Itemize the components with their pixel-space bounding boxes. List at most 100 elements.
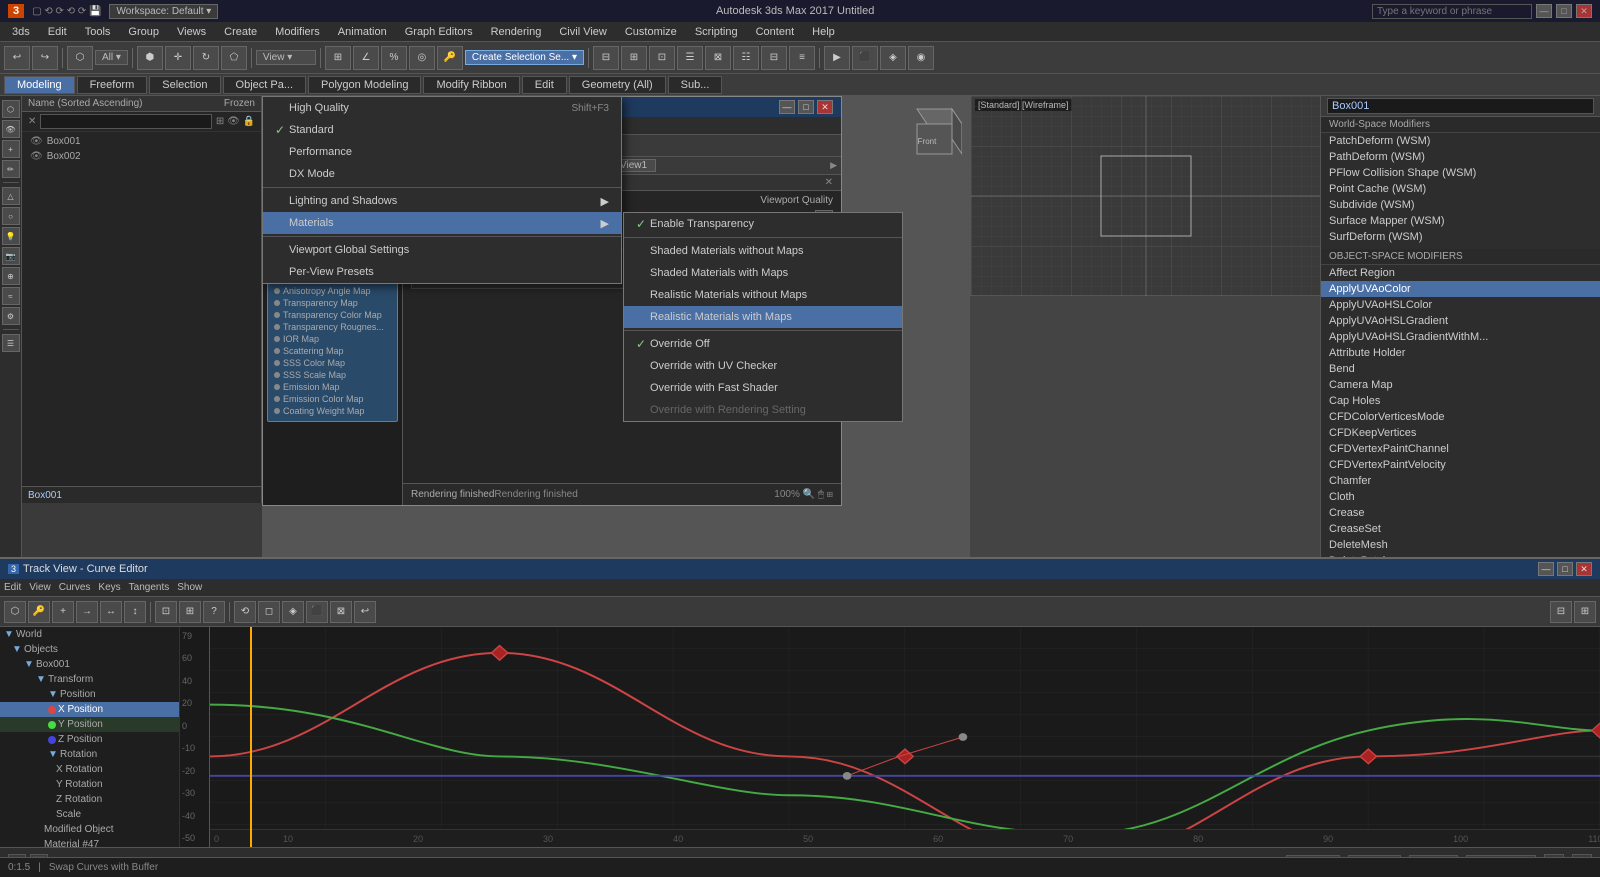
tree-scale[interactable]: Scale [0, 807, 179, 822]
rp-chamfer[interactable]: Chamfer [1321, 473, 1600, 489]
lt-layer[interactable]: ☰ [2, 334, 20, 352]
menu-graph-editors[interactable]: Graph Editors [397, 24, 481, 40]
rp-surface-mapper-wsm[interactable]: Surface Mapper (WSM) [1321, 213, 1600, 229]
rp-affect-region[interactable]: Affect Region [1321, 265, 1600, 281]
rp-pathdeform-wsm[interactable]: PathDeform (WSM) [1321, 149, 1600, 165]
tab-object-pa[interactable]: Object Pa... [223, 76, 306, 94]
slot-sss-scale[interactable]: SSS Scale Map [272, 369, 393, 381]
slate-min[interactable]: — [779, 100, 795, 114]
tree-objects[interactable]: ▼ Objects [0, 642, 179, 657]
rp-applyuv-aohslcolor[interactable]: ApplyUVAoHSLColor [1321, 297, 1600, 313]
sub-enable-transparency[interactable]: ✓ Enable Transparency [624, 213, 902, 235]
tv-tb-15[interactable]: ↩ [354, 601, 376, 623]
scene-item-box001[interactable]: 👁 Box001 [22, 134, 261, 149]
tab-geometry[interactable]: Geometry (All) [569, 76, 666, 94]
menu-lighting[interactable]: ✓ Lighting and Shadows ▶ [263, 190, 621, 212]
lt-shapes[interactable]: ○ [2, 207, 20, 225]
rp-crease-set[interactable]: CreaseSet [1321, 521, 1600, 537]
tree-world[interactable]: ▼ World [0, 627, 179, 642]
tv-menu-keys[interactable]: Keys [98, 582, 120, 593]
select-all-btn[interactable]: All ▾ [95, 50, 128, 65]
sub-shaded-maps[interactable]: ✓ Shaded Materials with Maps [624, 262, 902, 284]
tv-tb-6[interactable]: ↕ [124, 601, 146, 623]
tb-vp-1[interactable]: ⊟ [593, 46, 619, 70]
map-close-icon[interactable]: ✕ [825, 177, 833, 188]
tv-tb-10[interactable]: ⟲ [234, 601, 256, 623]
rp-delete-mesh[interactable]: DeleteMesh [1321, 537, 1600, 553]
rp-bend[interactable]: Bend [1321, 361, 1600, 377]
tree-y-position[interactable]: Y Position [0, 717, 179, 732]
tb-vp-4[interactable]: ☰ [677, 46, 703, 70]
tv-tb-end-2[interactable]: ⊞ [1574, 601, 1596, 623]
lt-spacewarp[interactable]: ≈ [2, 287, 20, 305]
sub-override-uv[interactable]: ✓ Override with UV Checker [624, 355, 902, 377]
tb-render[interactable]: ▶ [824, 46, 850, 70]
view-cube[interactable]: Front [902, 104, 962, 167]
tv-tb-end-1[interactable]: ⊟ [1550, 601, 1572, 623]
menu-edit[interactable]: Edit [40, 24, 75, 40]
tb-redo[interactable]: ↪ [32, 46, 58, 70]
tb-select-obj[interactable]: ⬢ [137, 46, 163, 70]
sub-realistic-no-maps[interactable]: ✓ Realistic Materials without Maps [624, 284, 902, 306]
tree-y-rotation[interactable]: Y Rotation [0, 777, 179, 792]
sub-shaded-no-maps[interactable]: ✓ Shaded Materials without Maps [624, 240, 902, 262]
rp-attribute-holder[interactable]: Attribute Holder [1321, 345, 1600, 361]
tb-vp-6[interactable]: ☷ [733, 46, 759, 70]
slot-ior[interactable]: IOR Map [272, 333, 393, 345]
tree-material47[interactable]: Material #47 [0, 837, 179, 847]
tb-snap[interactable]: ⊞ [325, 46, 351, 70]
slot-transparency-rough[interactable]: Transparency Rougnes... [272, 321, 393, 333]
rp-cfd-keep[interactable]: CFDKeepVertices [1321, 425, 1600, 441]
tb-select[interactable]: ⬡ [67, 46, 93, 70]
tb-vp-3[interactable]: ⊡ [649, 46, 675, 70]
slot-scattering[interactable]: Scattering Map [272, 345, 393, 357]
tab-sub[interactable]: Sub... [668, 76, 723, 94]
menu-scripting[interactable]: Scripting [687, 24, 746, 40]
tb-vp-8[interactable]: ≡ [789, 46, 815, 70]
menu-modifiers[interactable]: Modifiers [267, 24, 328, 40]
tb-move[interactable]: ✛ [165, 46, 191, 70]
menu-viewport-global[interactable]: ✓ Viewport Global Settings [263, 239, 621, 261]
rp-subdivide-wsm[interactable]: Subdivide (WSM) [1321, 197, 1600, 213]
tab-selection[interactable]: Selection [149, 76, 220, 94]
rp-cfd-paint-velocity[interactable]: CFDVertexPaintVelocity [1321, 457, 1600, 473]
menu-standard[interactable]: ✓ Standard [263, 119, 621, 141]
tb-vp-2[interactable]: ⊞ [621, 46, 647, 70]
tab-edit[interactable]: Edit [522, 76, 567, 94]
sub-realistic-maps[interactable]: ✓ Realistic Materials with Maps [624, 306, 902, 328]
tree-transform[interactable]: ▼ Transform [0, 672, 179, 687]
tb-scale[interactable]: ⬠ [221, 46, 247, 70]
tab-modify-ribbon[interactable]: Modify Ribbon [423, 76, 519, 94]
tab-freeform[interactable]: Freeform [77, 76, 148, 94]
tv-tb-8[interactable]: ⊞ [179, 601, 201, 623]
menu-animation[interactable]: Animation [330, 24, 395, 40]
slate-max[interactable]: □ [798, 100, 814, 114]
rp-cap-holes[interactable]: Cap Holes [1321, 393, 1600, 409]
scene-search[interactable] [40, 114, 212, 129]
slot-transparency[interactable]: Transparency Map [272, 297, 393, 309]
menu-group[interactable]: Group [120, 24, 167, 40]
slot-coating[interactable]: Coating Weight Map [272, 405, 393, 417]
menu-customize[interactable]: Customize [617, 24, 685, 40]
create-selection-btn[interactable]: Create Selection Se... ▾ [465, 50, 584, 65]
menu-views[interactable]: Views [169, 24, 214, 40]
lt-camera[interactable]: 📷 [2, 247, 20, 265]
tv-tb-13[interactable]: ⬛ [306, 601, 328, 623]
lt-systems[interactable]: ⚙ [2, 307, 20, 325]
slot-emission[interactable]: Emission Map [272, 381, 393, 393]
rp-applyuv-gradient[interactable]: ApplyUVAoHSLGradient [1321, 313, 1600, 329]
tv-tb-12[interactable]: ◈ [282, 601, 304, 623]
tree-position[interactable]: ▼ Position [0, 687, 179, 702]
lt-create[interactable]: + [2, 140, 20, 158]
tb-render2[interactable]: ⬛ [852, 46, 878, 70]
menu-civil-view[interactable]: Civil View [551, 24, 614, 40]
search-input[interactable] [1372, 4, 1532, 19]
close-button[interactable]: ✕ [1576, 4, 1592, 18]
menu-rendering[interactable]: Rendering [483, 24, 550, 40]
menu-per-view[interactable]: ✓ Per-View Presets [263, 261, 621, 283]
tree-x-rotation[interactable]: X Rotation [0, 762, 179, 777]
tree-x-position[interactable]: X Position [0, 702, 179, 717]
tb-vp-5[interactable]: ⊠ [705, 46, 731, 70]
tb-key[interactable]: 🔑 [437, 46, 463, 70]
tree-rotation[interactable]: ▼ Rotation [0, 747, 179, 762]
